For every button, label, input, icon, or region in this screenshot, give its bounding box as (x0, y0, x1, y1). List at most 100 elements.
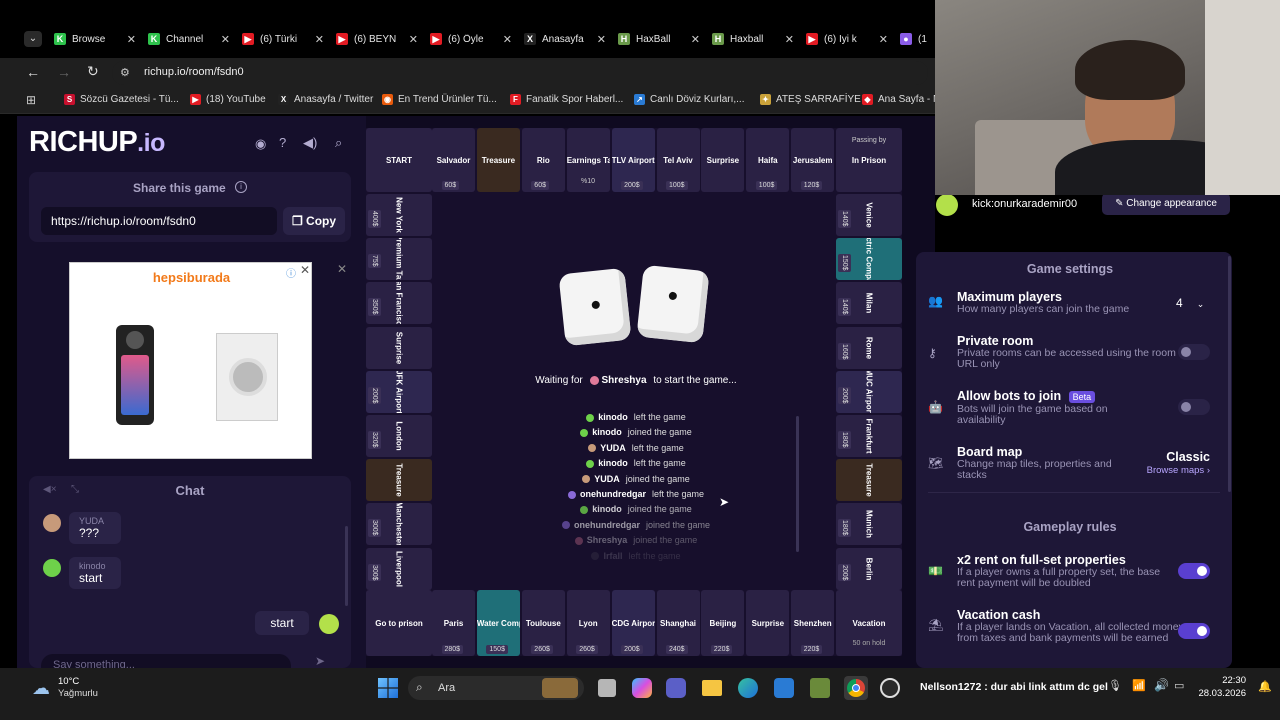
change-appearance-button[interactable]: ✎ Change appearance (1102, 193, 1230, 215)
share-url-field[interactable]: https://richup.io/room/fsdn0 (41, 207, 277, 235)
bookmark-item[interactable]: ◉ En Trend Ürünler Tü... (382, 94, 497, 105)
board-tile[interactable]: Electric Company 150$ (836, 238, 902, 281)
bookmark-item[interactable]: ▶ (18) YouTube (190, 94, 266, 105)
file-explorer-icon[interactable] (702, 680, 722, 696)
board-tile[interactable]: Lyon 260$ (566, 590, 610, 656)
board-tile[interactable]: Rome 160$ (836, 326, 902, 369)
board-tile[interactable]: Berlin 200$ (836, 547, 902, 590)
board-tile[interactable]: Treasure (366, 459, 432, 502)
mic-icon[interactable]: 🎙 (1108, 679, 1122, 692)
private-room-toggle[interactable] (1178, 344, 1210, 360)
vacation-cash-toggle[interactable] (1178, 623, 1210, 639)
bookmark-item[interactable]: ◆ Ana Sayfa - N (862, 94, 940, 105)
board-tile[interactable]: Munich 180$ (836, 503, 902, 546)
site-info-icon[interactable]: ⚙ (120, 66, 130, 79)
start-button[interactable] (378, 678, 398, 698)
browser-tab[interactable]: K Channel ✕ (144, 28, 236, 50)
bookmark-item[interactable]: ✦ ATEŞ SARRAFİYE (760, 94, 861, 105)
bookmark-item[interactable]: ↗ Canlı Döviz Kurları,... (634, 94, 744, 105)
tab-close-icon[interactable]: ✕ (409, 33, 418, 46)
board-tile[interactable]: Shenzhen 220$ (791, 590, 835, 656)
browse-maps-link[interactable]: Browse maps › (1130, 465, 1210, 476)
board-tile[interactable]: Venice 140$ (836, 194, 902, 236)
board-tile[interactable]: Go to prison (366, 590, 432, 656)
battery-icon[interactable]: ▭ (1174, 679, 1184, 692)
send-icon[interactable]: ➤ (315, 654, 325, 668)
settings-scrollbar[interactable] (1228, 256, 1231, 492)
board-tile[interactable]: London 320$ (366, 415, 432, 457)
tab-close-icon[interactable]: ✕ (221, 33, 230, 46)
board-tile[interactable]: New York 400$ (366, 194, 432, 236)
tab-close-icon[interactable]: ✕ (315, 33, 324, 46)
log-scrollbar[interactable] (796, 416, 799, 552)
board-tile[interactable]: Rio 60$ (521, 128, 565, 192)
help-icon[interactable]: ? (279, 135, 286, 150)
board-tile[interactable]: Manchester 300$ (366, 503, 432, 546)
tab-close-icon[interactable]: ✕ (691, 33, 700, 46)
reload-icon[interactable]: ↻ (87, 63, 99, 80)
bookmark-item[interactable]: F Fanatik Spor Haberl... (510, 94, 623, 105)
edge-icon[interactable] (738, 678, 758, 698)
tab-close-icon[interactable]: ✕ (127, 33, 136, 46)
clock-time[interactable]: 22:30 (1200, 675, 1246, 686)
board-tile[interactable]: CDG Airport 200$ (611, 590, 655, 656)
board-tile[interactable]: Haifa 100$ (746, 128, 790, 192)
obs-icon[interactable] (880, 678, 900, 698)
info-icon[interactable]: i (235, 181, 247, 193)
board-tile[interactable]: MUC Airport 200$ (836, 370, 902, 413)
max-players-select[interactable]: 4 ⌄ (1168, 292, 1214, 314)
ad-close-icon[interactable]: ✕ (300, 263, 310, 277)
browser-tab[interactable]: X Anasayfa ✕ (520, 28, 612, 50)
board-tile[interactable]: TLV Airport 200$ (611, 128, 655, 192)
board-tile[interactable]: Water Company 150$ (476, 590, 520, 656)
board-tile[interactable]: Beijing 220$ (701, 590, 745, 656)
task-view-icon[interactable] (598, 679, 616, 697)
minecraft-icon[interactable] (810, 678, 830, 698)
back-arrow-icon[interactable]: ← (26, 64, 40, 80)
richup-logo[interactable]: RICHUP.io (29, 126, 165, 159)
chat-input[interactable]: Say something... (41, 654, 291, 668)
advertisement[interactable]: hepsiburada ⓘ ✕ (69, 262, 312, 459)
ad-dismiss-icon[interactable]: ✕ (337, 262, 347, 276)
browser-tab[interactable]: ▶ (6) İyi k ✕ (802, 28, 894, 50)
bots-toggle[interactable] (1178, 399, 1210, 415)
board-tile[interactable]: Premium Tax 75$ (366, 238, 432, 281)
board-tile[interactable]: Toulouse 260$ (521, 590, 565, 656)
browser-tab[interactable]: ▶ (6) Öyle ✕ (426, 28, 518, 50)
board-tile[interactable]: Salvador 60$ (432, 128, 475, 192)
board-tile[interactable]: Shanghai 240$ (656, 590, 700, 656)
board-tile[interactable]: San Francisco 350$ (366, 282, 432, 325)
board-tile[interactable]: Treasure (836, 459, 902, 502)
board-tile[interactable]: Tel Aviv 100$ (656, 128, 700, 192)
browser-tab[interactable]: K Browse ✕ (50, 28, 142, 50)
board-tile[interactable]: Milan 140$ (836, 282, 902, 325)
store-icon[interactable] (774, 678, 794, 698)
bookmark-item[interactable]: S Sözcü Gazetesi - Tü... (64, 94, 179, 105)
address-bar[interactable]: ⚙ richup.io/room/fsdn0 (112, 61, 928, 85)
board-tile[interactable]: Surprise (746, 590, 790, 656)
browser-tab[interactable]: ▶ (6) BEYN ✕ (332, 28, 424, 50)
board-tile[interactable]: Frankfurt 180$ (836, 415, 902, 457)
chrome-icon[interactable] (844, 676, 868, 700)
board-tile[interactable]: Surprise (366, 326, 432, 369)
zoom-icon[interactable]: ⌕ (335, 135, 342, 151)
chat-scrollbar[interactable] (345, 526, 348, 606)
board-tile[interactable]: Jerusalem 120$ (791, 128, 835, 192)
volume-icon[interactable]: 🔊 (1154, 678, 1169, 692)
discord-icon[interactable]: ◉ (255, 136, 266, 152)
weather-icon[interactable]: ☁ (32, 678, 50, 699)
tab-close-icon[interactable]: ✕ (597, 33, 606, 46)
board-tile[interactable]: Paris 280$ (432, 590, 475, 656)
taskbar-search[interactable]: ⌕ Ara (408, 676, 584, 700)
browser-tab[interactable]: ▶ (6) Türki ✕ (238, 28, 330, 50)
teams-icon[interactable] (666, 678, 686, 698)
ad-info-icon[interactable]: ⓘ (286, 265, 296, 280)
tab-close-icon[interactable]: ✕ (503, 33, 512, 46)
tab-close-icon[interactable]: ✕ (879, 33, 888, 46)
forward-arrow-icon[interactable]: → (57, 64, 71, 80)
browser-tab[interactable]: H HaxBall ✕ (614, 28, 706, 50)
board-tile[interactable]: JFK Airport 200$ (366, 370, 432, 413)
board-tile[interactable]: Liverpool 300$ (366, 547, 432, 590)
board-tile[interactable]: Treasure (476, 128, 520, 192)
browser-tab[interactable]: H Haxball ✕ (708, 28, 800, 50)
